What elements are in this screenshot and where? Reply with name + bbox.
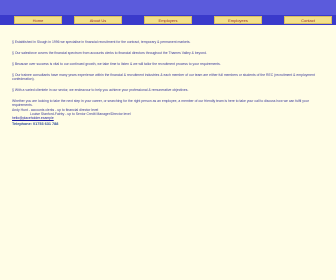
contact-line: Louise Stanford-Fairby - up to Senior Cr… <box>30 112 131 116</box>
paragraph: § Our salesforce covers the financial sp… <box>12 51 207 55</box>
tab-employers[interactable]: Employers <box>144 16 192 24</box>
paragraph: § Our trainee consultants have many year… <box>12 73 315 82</box>
paragraph: § Established in Slough in 1996 we speci… <box>12 40 191 44</box>
tab-employees[interactable]: Employees <box>214 16 262 24</box>
tab-home[interactable]: Home <box>14 16 62 24</box>
tab-about-us[interactable]: About Us <box>74 16 122 24</box>
email-link[interactable]: hello@placeholder.example <box>12 116 54 120</box>
paragraph: Whether you are looking to take the next… <box>12 99 309 108</box>
content-area: § Established in Slough in 1996 we speci… <box>0 25 336 280</box>
main-nav: Home About Us Employers Employees Contac… <box>0 15 336 25</box>
paragraph: § Because over success is vital to our c… <box>12 62 221 66</box>
header-banner <box>0 0 336 15</box>
tab-contact[interactable]: Contact <box>284 16 332 24</box>
paragraph: § With a varied clientele in our sector,… <box>12 88 189 92</box>
telephone-text: Telephone: 01753 631 788 <box>12 122 59 126</box>
